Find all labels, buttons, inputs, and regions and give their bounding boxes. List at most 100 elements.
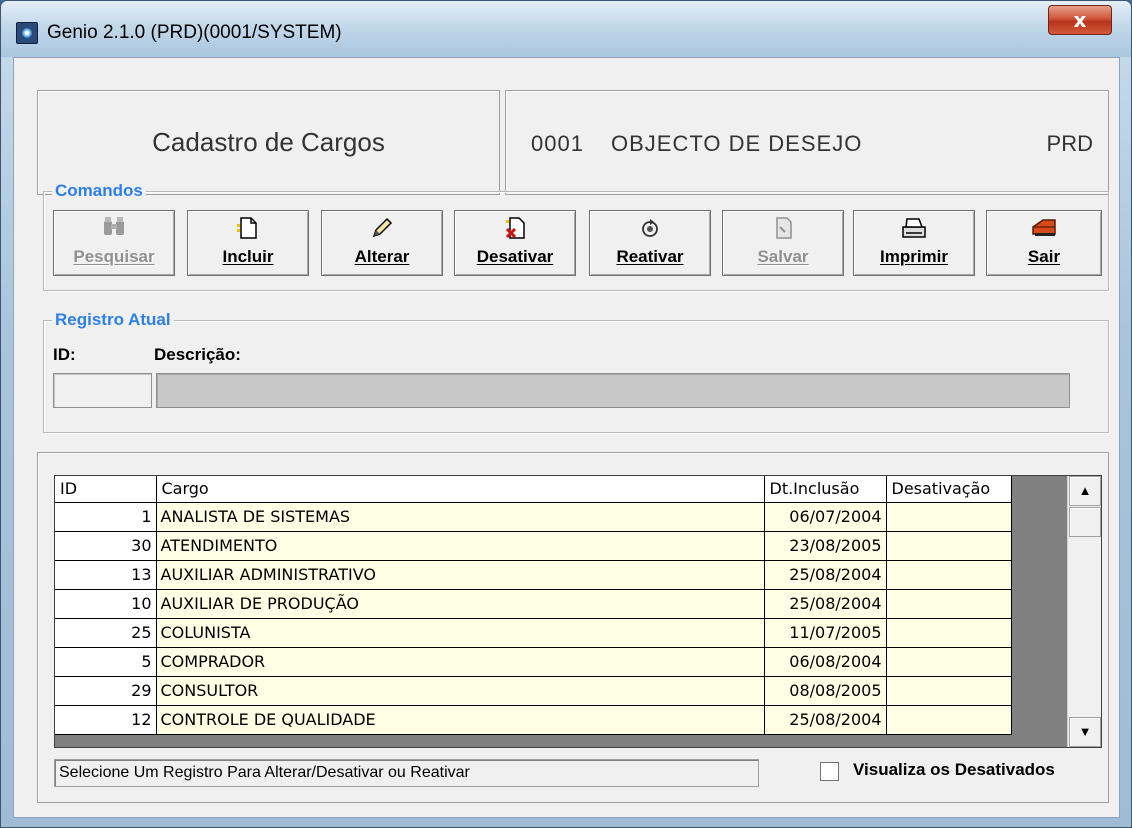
title-bar[interactable]: Genio 2.1.0 (PRD)(0001/SYSTEM) x xyxy=(1,1,1131,57)
cell-id[interactable]: 1 xyxy=(55,502,157,532)
id-field[interactable] xyxy=(53,373,152,408)
reativar-button[interactable]: Reativar xyxy=(589,210,711,276)
salvar-label: Salvar xyxy=(757,247,809,266)
salvar-button[interactable]: Salvar xyxy=(722,210,844,276)
scroll-up-button[interactable]: ▲ xyxy=(1069,476,1101,506)
cell-inclusao[interactable]: 23/08/2005 xyxy=(764,531,887,561)
cell-inclusao[interactable]: 25/08/2004 xyxy=(764,560,887,590)
vertical-scrollbar[interactable]: ▲ ▼ xyxy=(1067,476,1101,747)
show-deactivated-label[interactable]: Visualiza os Desativados xyxy=(853,760,1055,780)
cell-id[interactable]: 12 xyxy=(55,705,157,735)
commands-group-title: Comandos xyxy=(52,181,146,201)
save-icon xyxy=(723,215,843,243)
cell-cargo[interactable]: COLUNISTA xyxy=(156,618,765,648)
cell-desativacao[interactable] xyxy=(886,560,1012,590)
printer-icon xyxy=(854,215,974,243)
table-row[interactable]: 12 CONTROLE DE QUALIDADE 25/08/2004 xyxy=(55,705,1012,735)
incluir-button[interactable]: Incluir xyxy=(187,210,309,276)
cell-inclusao[interactable]: 08/08/2005 xyxy=(764,676,887,706)
cell-cargo[interactable]: ANALISTA DE SISTEMAS xyxy=(156,502,765,532)
table-row[interactable]: 25 COLUNISTA 11/07/2005 xyxy=(55,618,1012,648)
cell-desativacao[interactable] xyxy=(886,531,1012,561)
table-row[interactable]: 10 AUXILIAR DE PRODUÇÃO 25/08/2004 xyxy=(55,589,1012,619)
column-header-inclusao[interactable]: Dt.Inclusão xyxy=(764,476,887,503)
screen-title: Cadastro de Cargos xyxy=(152,127,385,157)
incluir-label: Incluir xyxy=(222,247,274,266)
alterar-button[interactable]: Alterar xyxy=(321,210,443,276)
close-button[interactable]: x xyxy=(1048,5,1112,35)
cell-inclusao[interactable]: 25/08/2004 xyxy=(764,589,887,619)
cell-cargo[interactable]: COMPRADOR xyxy=(156,647,765,677)
company-name: OBJECTO DE DESEJO xyxy=(611,131,863,156)
sair-label: Sair xyxy=(1027,247,1061,266)
cell-desativacao[interactable] xyxy=(886,676,1012,706)
desativar-label: Desativar xyxy=(476,247,554,266)
cell-id[interactable]: 30 xyxy=(55,531,157,561)
cell-inclusao[interactable]: 25/08/2004 xyxy=(764,705,887,735)
cell-id[interactable]: 10 xyxy=(55,589,157,619)
app-window: Genio 2.1.0 (PRD)(0001/SYSTEM) x Cadastr… xyxy=(0,0,1132,828)
arrow-down-icon: ▼ xyxy=(1078,724,1092,739)
cell-cargo[interactable]: CONTROLE DE QUALIDADE xyxy=(156,705,765,735)
cell-cargo[interactable]: AUXILIAR ADMINISTRATIVO xyxy=(156,560,765,590)
scroll-down-button[interactable]: ▼ xyxy=(1069,717,1101,747)
cell-desativacao[interactable] xyxy=(886,589,1012,619)
cell-id[interactable]: 29 xyxy=(55,676,157,706)
cell-inclusao[interactable]: 11/07/2005 xyxy=(764,618,887,648)
id-label: ID: xyxy=(53,345,76,364)
imprimir-button[interactable]: Imprimir xyxy=(853,210,975,276)
screen-title-panel: Cadastro de Cargos xyxy=(37,90,500,195)
new-document-icon xyxy=(188,215,308,243)
column-header-desativacao[interactable]: Desativação xyxy=(886,476,1012,503)
cell-id[interactable]: 13 xyxy=(55,560,157,590)
reativar-label: Reativar xyxy=(616,247,684,266)
app-icon[interactable] xyxy=(16,22,38,44)
company-code: 0001 xyxy=(531,131,584,156)
description-field[interactable] xyxy=(156,373,1070,408)
binoculars-icon xyxy=(54,215,174,243)
cargos-grid[interactable]: ID Cargo Dt.Inclusão Desativação 1 ANALI… xyxy=(54,475,1102,748)
show-deactivated-checkbox[interactable] xyxy=(820,762,839,781)
cell-desativacao[interactable] xyxy=(886,502,1012,532)
alterar-label: Alterar xyxy=(354,247,410,266)
table-row[interactable]: 13 AUXILIAR ADMINISTRATIVO 25/08/2004 xyxy=(55,560,1012,590)
pesquisar-button[interactable]: Pesquisar xyxy=(53,210,175,276)
cell-inclusao[interactable]: 06/08/2004 xyxy=(764,647,887,677)
current-record-title: Registro Atual xyxy=(52,310,174,330)
cell-cargo[interactable]: ATENDIMENTO xyxy=(156,531,765,561)
desativar-button[interactable]: Desativar xyxy=(454,210,576,276)
table-body: 1 ANALISTA DE SISTEMAS 06/07/2004 30 ATE… xyxy=(55,502,1012,735)
cell-id[interactable]: 5 xyxy=(55,647,157,677)
arrow-up-icon: ▲ xyxy=(1078,483,1092,498)
table-row[interactable]: 1 ANALISTA DE SISTEMAS 06/07/2004 xyxy=(55,502,1012,532)
reactivate-icon xyxy=(590,215,710,243)
window-title: Genio 2.1.0 (PRD)(0001/SYSTEM) xyxy=(47,22,342,43)
commands-group: Comandos Pesquisar Incluir Alterar Desat… xyxy=(43,181,1109,291)
grid-panel: ID Cargo Dt.Inclusão Desativação 1 ANALI… xyxy=(37,452,1109,803)
cell-inclusao[interactable]: 06/07/2004 xyxy=(764,502,887,532)
cell-desativacao[interactable] xyxy=(886,705,1012,735)
cell-id[interactable]: 25 xyxy=(55,618,157,648)
cell-desativacao[interactable] xyxy=(886,647,1012,677)
column-header-cargo[interactable]: Cargo xyxy=(156,476,765,503)
description-label: Descrição: xyxy=(154,345,241,364)
sair-button[interactable]: Sair xyxy=(986,210,1102,276)
cell-desativacao[interactable] xyxy=(886,618,1012,648)
table-row[interactable]: 5 COMPRADOR 06/08/2004 xyxy=(55,647,1012,677)
cell-cargo[interactable]: CONSULTOR xyxy=(156,676,765,706)
pencil-icon xyxy=(322,215,442,243)
environment-label: PRD xyxy=(1046,131,1093,156)
status-bar: Selecione Um Registro Para Alterar/Desat… xyxy=(54,759,759,787)
table-row[interactable]: 30 ATENDIMENTO 23/08/2005 xyxy=(55,531,1012,561)
cargos-table: ID Cargo Dt.Inclusão Desativação 1 ANALI… xyxy=(55,476,1012,735)
table-header-row: ID Cargo Dt.Inclusão Desativação xyxy=(55,476,1012,503)
client-area: Cadastro de Cargos 0001 OBJECTO DE DESEJ… xyxy=(13,57,1120,818)
table-row[interactable]: 29 CONSULTOR 08/08/2005 xyxy=(55,676,1012,706)
company-panel: 0001 OBJECTO DE DESEJO PRD xyxy=(505,90,1109,195)
cell-cargo[interactable]: AUXILIAR DE PRODUÇÃO xyxy=(156,589,765,619)
scroll-thumb[interactable] xyxy=(1069,507,1101,537)
delete-document-icon xyxy=(455,215,575,243)
exit-icon xyxy=(987,215,1101,243)
column-header-id[interactable]: ID xyxy=(55,476,157,503)
imprimir-label: Imprimir xyxy=(879,247,949,266)
